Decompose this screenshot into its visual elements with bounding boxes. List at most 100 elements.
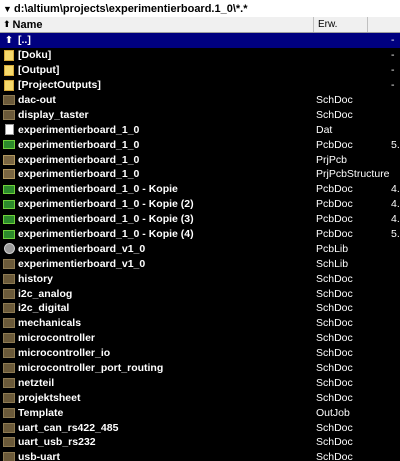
file-name: uart_usb_rs232 xyxy=(18,436,96,449)
folder-icon xyxy=(3,64,15,76)
file-extension: SchDoc xyxy=(316,108,353,121)
file-row[interactable]: experimentierboard_v1_0 SchLib xyxy=(0,256,400,271)
schematic-icon xyxy=(3,422,15,433)
file-size: 4. xyxy=(391,183,400,196)
file-row[interactable]: experimentierboard_v1_0 PcbLib xyxy=(0,241,400,256)
project-icon xyxy=(3,169,15,180)
file-extension: SchDoc xyxy=(316,332,353,345)
extension-column-header[interactable]: Erw. xyxy=(314,17,368,32)
path-bar[interactable]: ▼ d:\altium\projects\experimentierboard.… xyxy=(0,0,400,17)
schematic-icon xyxy=(3,377,15,388)
file-extension: SchDoc xyxy=(316,362,353,375)
document-icon xyxy=(3,124,15,136)
file-row[interactable]: experimentierboard_1_0 PrjPcbStructure xyxy=(0,167,400,182)
folder-icon xyxy=(3,79,15,91)
file-name: experimentierboard_1_0 - Kopie xyxy=(18,183,178,196)
file-row[interactable]: Template OutJob xyxy=(0,405,400,420)
file-name: experimentierboard_1_0 - Kopie (3) xyxy=(18,213,194,226)
file-name: microcontroller_port_routing xyxy=(18,362,164,375)
file-row[interactable]: experimentierboard_1_0 Dat xyxy=(0,122,400,137)
file-row[interactable]: experimentierboard_1_0 - Kopie (2) PcbDoc… xyxy=(0,197,400,212)
name-header-label: Name xyxy=(12,18,43,31)
file-extension: SchDoc xyxy=(316,287,353,300)
file-name: mechanicals xyxy=(18,317,82,330)
schematic-icon xyxy=(3,407,15,418)
file-name: experimentierboard_1_0 - Kopie (2) xyxy=(18,198,194,211)
pcblib-icon xyxy=(3,243,15,255)
file-name: [Output] xyxy=(18,64,60,77)
file-list[interactable]: ⬆ [..] - [Doku] - [Output] - [ProjectOutputs] - d… xyxy=(0,33,400,461)
file-name: microcontroller xyxy=(18,332,96,345)
file-extension: PcbDoc xyxy=(316,213,353,226)
schematic-icon xyxy=(3,363,15,374)
file-row[interactable]: [Output] - xyxy=(0,63,400,78)
file-name: uart_can_rs422_485 xyxy=(18,421,119,434)
file-row[interactable]: [Doku] - xyxy=(0,48,400,63)
file-name: [Doku] xyxy=(18,49,52,62)
file-name: netzteil xyxy=(18,376,55,389)
file-name: experimentierboard_1_0 xyxy=(18,168,140,181)
file-row[interactable]: display_taster SchDoc xyxy=(0,107,400,122)
sort-up-arrow-icon: ⬆ xyxy=(3,19,11,29)
file-extension: PrjPcb xyxy=(316,153,347,166)
file-row[interactable]: experimentierboard_1_0 - Kopie (3) PcbDoc… xyxy=(0,212,400,227)
file-row[interactable]: microcontroller_port_routing SchDoc xyxy=(0,361,400,376)
file-name: dac-out xyxy=(18,94,56,106)
file-row[interactable]: uart_usb_rs232 SchDoc xyxy=(0,435,400,450)
file-row[interactable]: i2c_digital SchDoc xyxy=(0,301,400,316)
file-name: experimentierboard_v1_0 xyxy=(18,242,146,255)
file-extension: SchDoc xyxy=(316,347,353,360)
file-name: projektsheet xyxy=(18,391,81,404)
file-row[interactable]: experimentierboard_1_0 PrjPcb xyxy=(0,152,400,167)
schematic-icon xyxy=(3,288,15,299)
dropdown-arrow-icon[interactable]: ▼ xyxy=(3,4,13,14)
file-row[interactable]: microcontroller SchDoc xyxy=(0,331,400,346)
file-name: experimentierboard_1_0 xyxy=(18,153,140,166)
file-row[interactable]: netzteil SchDoc xyxy=(0,375,400,390)
name-column-header[interactable]: ⬆ Name xyxy=(0,17,314,32)
file-extension: OutJob xyxy=(316,406,350,419)
file-size: - xyxy=(391,49,395,62)
folder-icon xyxy=(3,49,15,61)
file-name: usb-uart xyxy=(18,451,60,461)
file-row[interactable]: uart_can_rs422_485 SchDoc xyxy=(0,420,400,435)
file-row[interactable]: i2c_analog SchDoc xyxy=(0,286,400,301)
file-name: microcontroller_io xyxy=(18,347,111,360)
file-row[interactable]: experimentierboard_1_0 PcbDoc 5. xyxy=(0,137,400,152)
pcb-icon xyxy=(3,139,15,150)
file-extension: PcbLib xyxy=(316,242,349,255)
schematic-icon xyxy=(3,333,15,344)
file-row[interactable]: dac-out SchDoc xyxy=(0,93,400,108)
file-row[interactable]: ⬆ [..] - xyxy=(0,33,400,48)
file-extension: Dat xyxy=(316,123,333,136)
file-extension: SchDoc xyxy=(316,436,353,449)
schematic-icon xyxy=(3,273,15,284)
file-row[interactable]: experimentierboard_1_0 - Kopie (4) PcbDoc… xyxy=(0,227,400,242)
ext-header-label: Erw. xyxy=(318,19,338,30)
file-name: [..] xyxy=(18,34,31,47)
schematic-icon xyxy=(3,258,15,269)
file-extension: SchDoc xyxy=(316,451,353,461)
file-row[interactable]: usb-uart SchDoc xyxy=(0,450,400,461)
file-size: 4. xyxy=(391,213,400,226)
file-extension: PcbDoc xyxy=(316,198,353,211)
file-size: - xyxy=(391,34,395,47)
file-extension: SchDoc xyxy=(316,272,353,285)
file-name: i2c_digital xyxy=(18,302,70,315)
pcb-icon xyxy=(3,214,15,225)
file-name: experimentierboard_1_0 - Kopie (4) xyxy=(18,228,194,241)
file-row[interactable]: [ProjectOutputs] - xyxy=(0,78,400,93)
file-extension: SchDoc xyxy=(316,376,353,389)
file-extension: SchDoc xyxy=(316,421,353,434)
schematic-icon xyxy=(3,303,15,314)
file-row[interactable]: microcontroller_io SchDoc xyxy=(0,346,400,361)
file-size: - xyxy=(391,64,395,77)
file-name: [ProjectOutputs] xyxy=(18,79,101,92)
schematic-icon xyxy=(3,452,15,461)
file-row[interactable]: history SchDoc xyxy=(0,271,400,286)
file-row[interactable]: mechanicals SchDoc xyxy=(0,316,400,331)
file-row[interactable]: projektsheet SchDoc xyxy=(0,390,400,405)
pcb-icon xyxy=(3,199,15,210)
file-row[interactable]: experimentierboard_1_0 - Kopie PcbDoc 4. xyxy=(0,182,400,197)
file-name: experimentierboard_1_0 xyxy=(18,123,140,136)
